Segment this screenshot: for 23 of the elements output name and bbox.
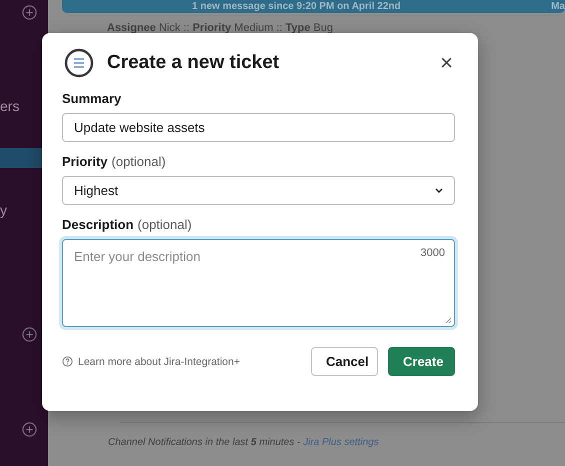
field-label: Priority (optional) xyxy=(62,154,167,169)
close-button[interactable]: × xyxy=(438,52,455,74)
description-field[interactable]: Enter your description 3000 xyxy=(62,239,455,327)
ticket-meta: Assignee Nick :: Priority Medium :: Type Bug xyxy=(107,22,334,34)
field-label: Description (optional) xyxy=(62,217,193,232)
dialog-title: Create a new ticket xyxy=(107,52,280,74)
add-icon[interactable] xyxy=(22,5,37,20)
banner-text: Ma xyxy=(551,0,565,12)
create-button[interactable]: Create xyxy=(388,347,455,376)
add-icon[interactable] xyxy=(22,422,37,437)
caret-icon xyxy=(435,188,443,193)
resize-grip-icon[interactable] xyxy=(445,317,451,323)
cancel-button[interactable]: Cancel xyxy=(311,347,378,376)
help-link[interactable]: Learn more about Jira-Integration+ xyxy=(78,356,311,368)
field-label: Summary xyxy=(62,91,122,106)
add-icon[interactable] xyxy=(22,327,37,342)
character-counter: 3000 xyxy=(420,247,445,259)
banner-text: 1 new message since 9:20 PM on April 22nd xyxy=(192,0,401,12)
summary-field[interactable]: Update website assets xyxy=(62,113,455,142)
notification-note: Channel Notifications in the last 5 minutes - Jira Plus settings xyxy=(108,437,380,448)
priority-dropdown[interactable]: Highest xyxy=(62,176,455,205)
list-icon xyxy=(64,48,94,78)
help-icon xyxy=(62,356,73,367)
